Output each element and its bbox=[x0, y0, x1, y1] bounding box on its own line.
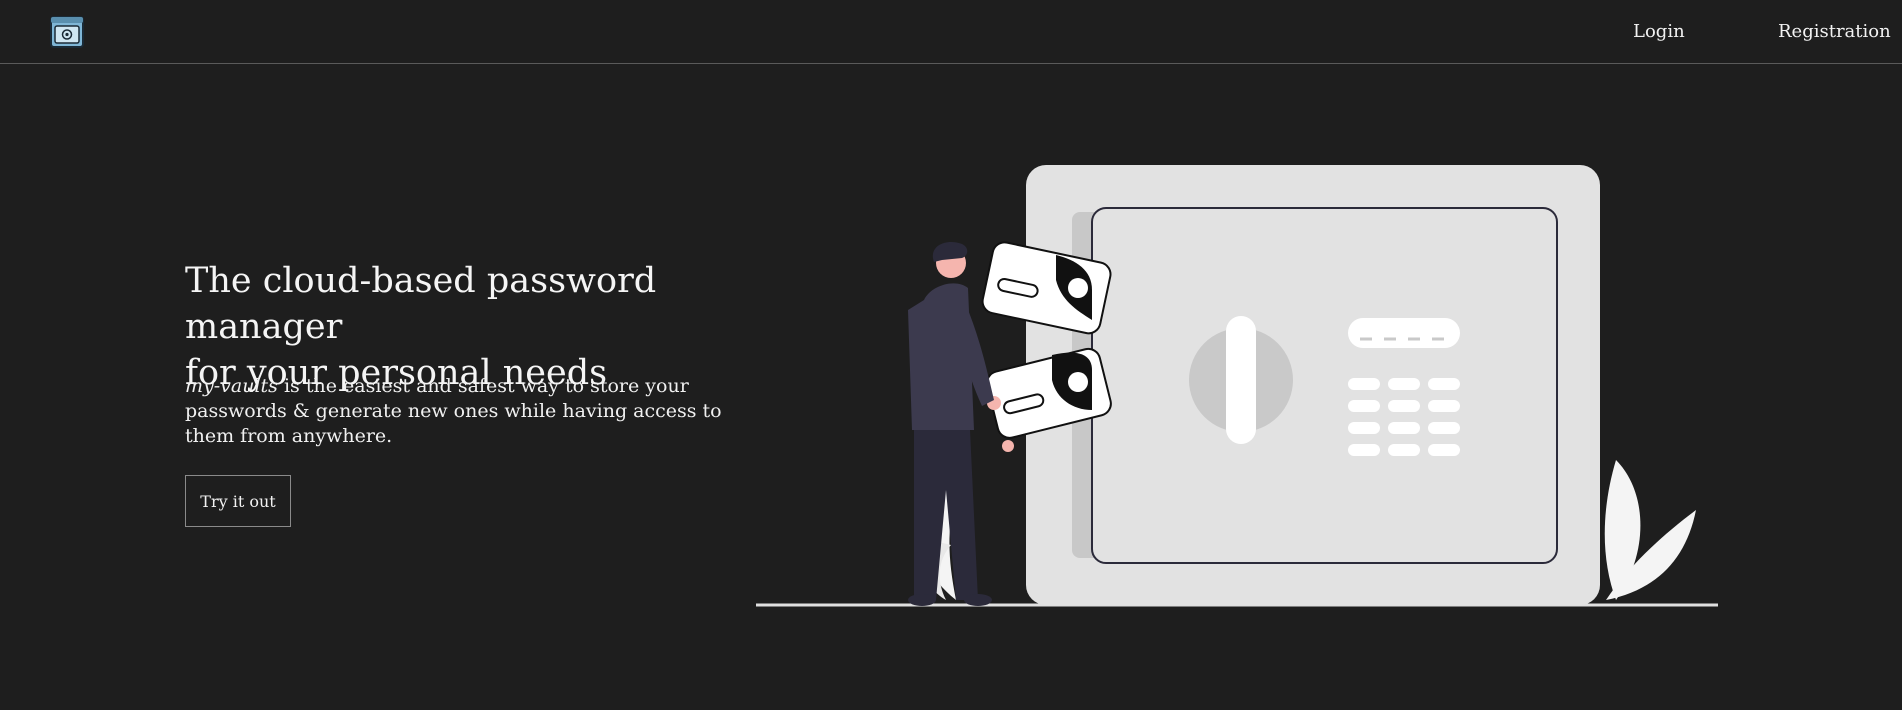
person-with-safe-illustration bbox=[756, 165, 1718, 607]
nav-login-link[interactable]: Login bbox=[1633, 21, 1685, 42]
brand-name: my-vaults bbox=[185, 375, 278, 397]
top-navbar: Login Registration bbox=[0, 0, 1902, 64]
hero-description: my-vaults is the easiest and safest way … bbox=[185, 374, 765, 449]
vault-logo-icon[interactable] bbox=[50, 14, 84, 50]
hero-title-line1: The cloud-based password manager bbox=[185, 261, 657, 347]
nav-registration-link[interactable]: Registration bbox=[1778, 21, 1891, 42]
try-it-out-button[interactable]: Try it out bbox=[185, 475, 291, 527]
